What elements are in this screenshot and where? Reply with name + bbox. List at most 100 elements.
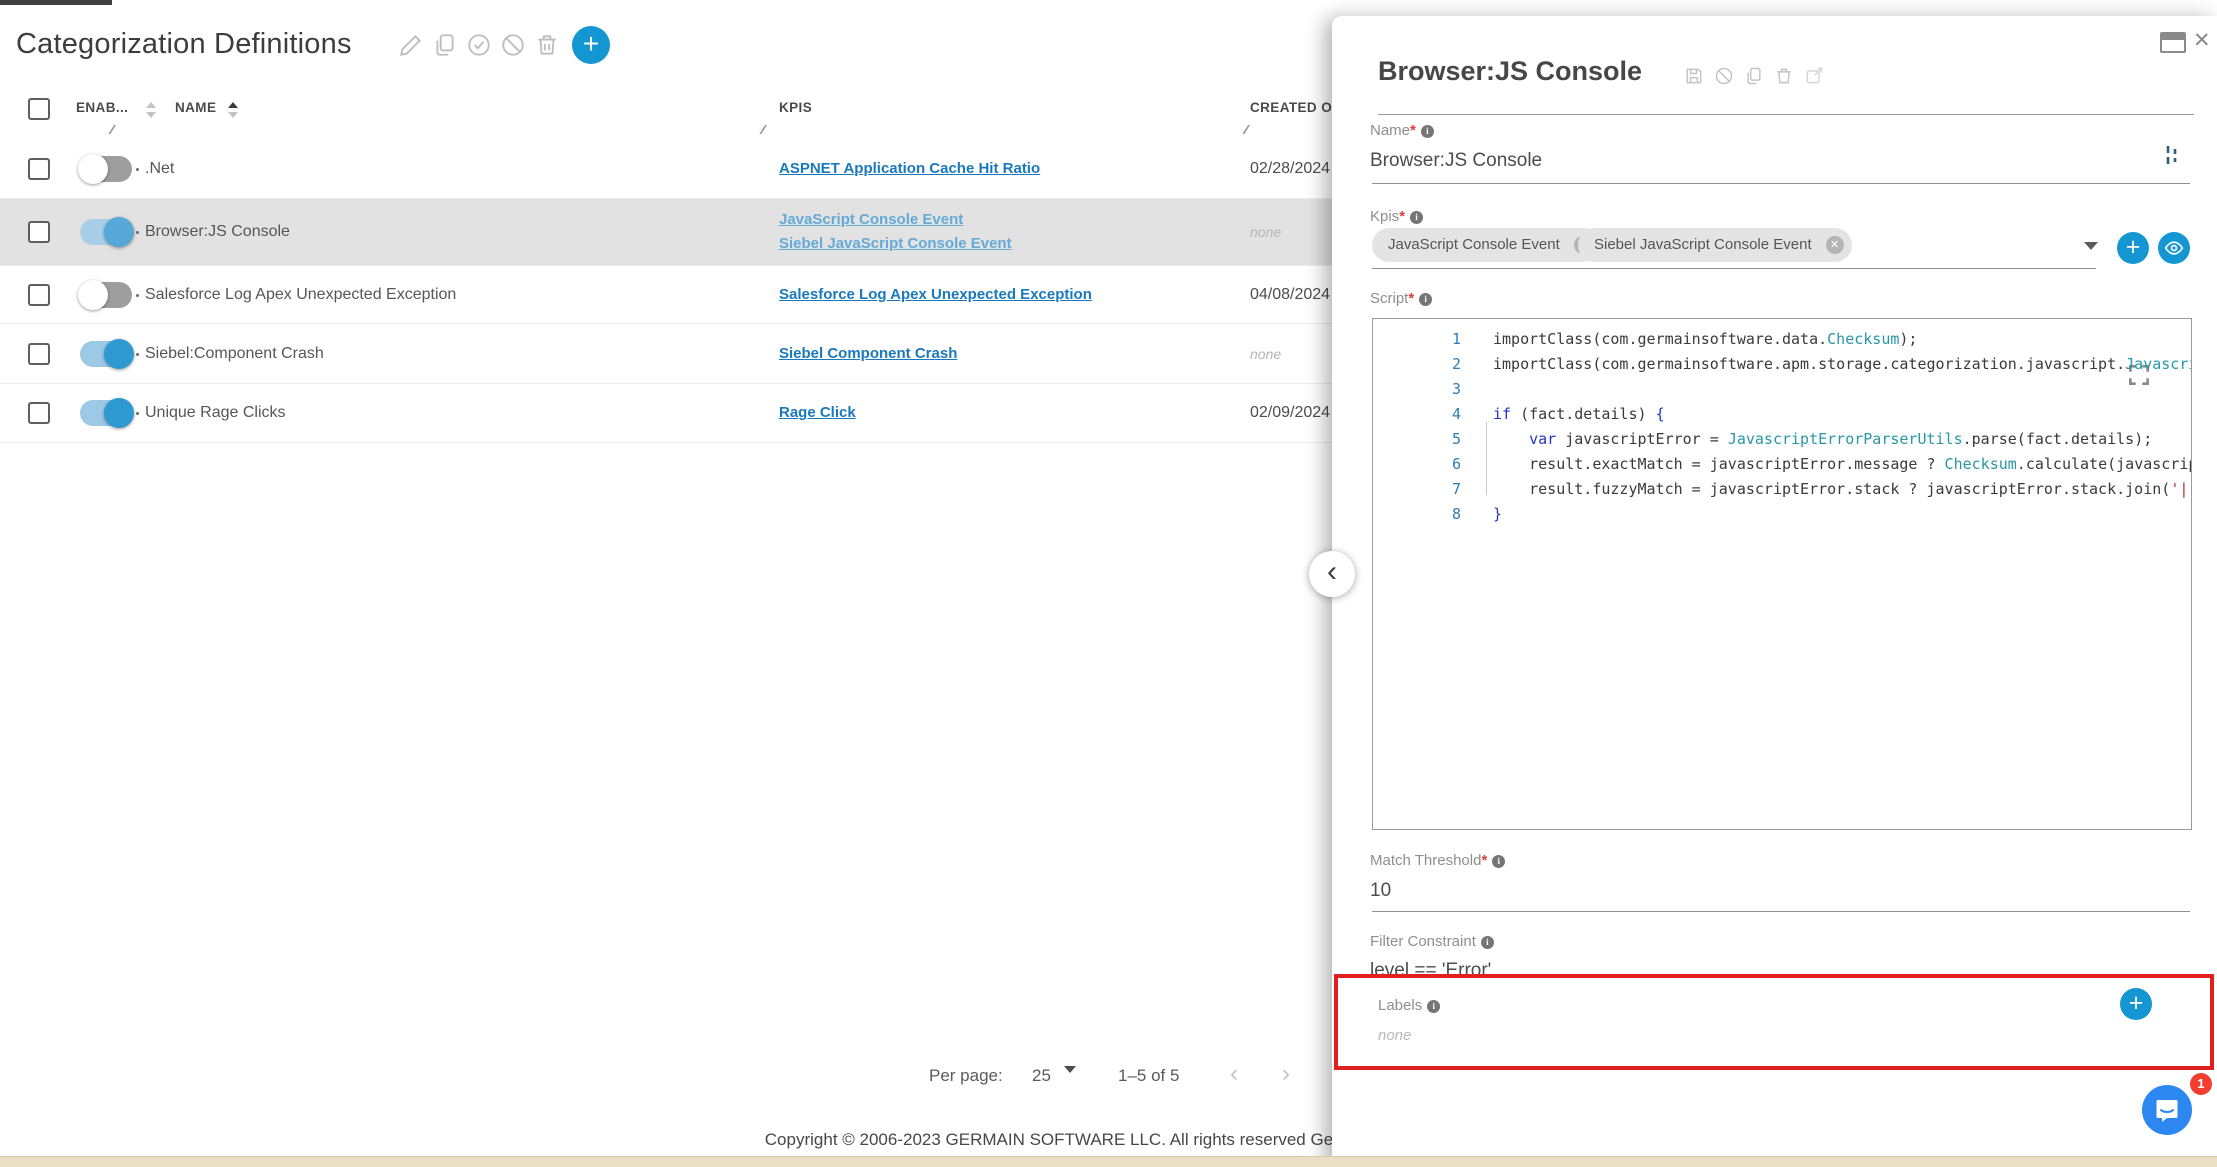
remove-chip-icon[interactable]: ✕ — [1826, 236, 1844, 254]
code-text: result.fuzzyMatch = javascriptError.stac… — [1493, 477, 2192, 502]
row-dot-icon — [136, 412, 139, 415]
code-line: 2 importClass(com.germainsoftware.apm.sto… — [1373, 352, 2191, 377]
script-code-editor[interactable]: 1importClass(com.germainsoftware.data.Ch… — [1372, 318, 2192, 830]
match-threshold-label: Match Threshold*i — [1370, 852, 1505, 869]
panel-title: Browser:JS Console — [1378, 56, 1642, 87]
per-page-label: Per page: — [929, 1066, 1003, 1086]
name-field-label: Name*i — [1370, 122, 1434, 139]
column-header-created[interactable]: CREATED ON — [1250, 100, 1342, 115]
enabled-toggle-on[interactable] — [80, 400, 132, 426]
row-checkbox[interactable] — [28, 343, 50, 365]
kpi-chip[interactable]: JavaScript Console Event ✕ — [1372, 228, 1600, 262]
delete-icon[interactable] — [1774, 66, 1794, 86]
info-icon: i — [1410, 211, 1423, 224]
browser-bar-fragment — [0, 0, 112, 5]
created-on-cell: 02/28/2024 0 — [1250, 160, 1343, 178]
divider — [1378, 114, 2194, 115]
disable-icon[interactable] — [500, 32, 526, 58]
kpis-cell: JavaScript Console EventSiebel JavaScrip… — [779, 208, 1012, 256]
kpis-cell: Salesforce Log Apex Unexpected Exception — [779, 283, 1092, 307]
add-kpi-button[interactable]: + — [2117, 232, 2149, 264]
chat-launcher-button[interactable] — [2142, 1085, 2192, 1135]
kpis-cell: ASPNET Application Cache Hit Ratio — [779, 157, 1040, 181]
duplicate-icon[interactable] — [432, 32, 458, 58]
kpi-link[interactable]: Siebel JavaScript Console Event — [779, 232, 1012, 256]
column-header-enabled[interactable]: ENAB... — [76, 100, 128, 115]
kpi-link[interactable]: Salesforce Log Apex Unexpected Exception — [779, 283, 1092, 307]
disable-icon[interactable] — [1714, 66, 1734, 86]
per-page-select[interactable]: 25 — [1032, 1066, 1051, 1086]
code-line: 1importClass(com.germainsoftware.data.Ch… — [1373, 327, 2191, 352]
approve-icon[interactable] — [466, 32, 492, 58]
sort-asc-active-icon[interactable] — [228, 102, 238, 108]
enabled-toggle-off[interactable] — [80, 156, 132, 182]
page-range-label: 1–5 of 5 — [1118, 1066, 1179, 1086]
line-number: 5 — [1373, 427, 1461, 452]
sort-asc-icon[interactable] — [146, 102, 156, 108]
code-line: 8} — [1373, 502, 2191, 527]
page-title: Categorization Definitions — [16, 28, 352, 61]
view-kpi-button[interactable] — [2158, 232, 2190, 264]
kpis-field-label: Kpis*i — [1370, 208, 1423, 225]
row-dot-icon — [136, 294, 139, 297]
line-number: 7 — [1373, 477, 1461, 502]
code-line: 4if (fact.details) { — [1373, 402, 2191, 427]
match-threshold-input[interactable]: 10 — [1370, 880, 1391, 902]
code-text: importClass(com.germainsoftware.apm.stor… — [1493, 352, 2192, 377]
labels-annotation-box: Labelsi none + — [1334, 974, 2214, 1070]
add-definition-button[interactable]: + — [572, 26, 610, 64]
save-icon[interactable] — [1684, 66, 1704, 86]
row-checkbox[interactable] — [28, 402, 50, 424]
code-text: } — [1493, 502, 1502, 527]
enabled-toggle-on[interactable] — [80, 341, 132, 367]
name-field-input[interactable]: Browser:JS Console — [1370, 150, 1542, 172]
created-on-cell: none — [1250, 224, 1281, 240]
kpi-link[interactable]: Rage Click — [779, 401, 856, 425]
row-checkbox[interactable] — [28, 284, 50, 306]
close-icon[interactable]: ✕ — [2193, 28, 2211, 53]
kpi-chip[interactable]: Siebel JavaScript Console Event ✕ — [1578, 228, 1852, 262]
collapse-panel-button[interactable]: ‹ — [1309, 551, 1355, 597]
code-text: result.exactMatch = javascriptError.mess… — [1493, 452, 2192, 477]
next-page-button[interactable]: › — [1282, 1060, 1290, 1088]
row-checkbox[interactable] — [28, 221, 50, 243]
chat-icon — [2154, 1097, 2180, 1123]
delete-icon[interactable] — [534, 32, 560, 58]
detail-panel: Browser:JS Console ✕ Name*i Browser:JS C… — [1332, 16, 2217, 1167]
line-number: 2 — [1373, 352, 1461, 377]
maximize-window-icon[interactable] — [2160, 32, 2186, 53]
row-checkbox[interactable] — [28, 158, 50, 180]
notification-badge: 1 — [2190, 1073, 2212, 1095]
edit-icon[interactable] — [398, 32, 424, 58]
duplicate-icon[interactable] — [1744, 66, 1764, 86]
edit-icon[interactable] — [1804, 66, 1824, 86]
enabled-toggle-off[interactable] — [80, 282, 132, 308]
info-icon: i — [1481, 936, 1494, 949]
created-on-cell: none — [1250, 346, 1281, 362]
code-line: 3 — [1373, 377, 2191, 402]
toggle-knob — [78, 280, 108, 310]
line-number: 1 — [1373, 327, 1461, 352]
prev-page-button[interactable]: ‹ — [1230, 1060, 1238, 1088]
toggle-knob — [104, 217, 134, 247]
kpi-link[interactable]: ASPNET Application Cache Hit Ratio — [779, 157, 1040, 181]
code-line: 7 result.fuzzyMatch = javascriptError.st… — [1373, 477, 2191, 502]
column-header-name[interactable]: NAME — [175, 100, 216, 115]
kpi-link[interactable]: Siebel Component Crash — [779, 342, 957, 366]
line-number: 4 — [1373, 402, 1461, 427]
created-on-cell: 02/09/2024 0 — [1250, 404, 1343, 422]
kpi-link[interactable]: JavaScript Console Event — [779, 208, 1012, 232]
field-underline — [1372, 183, 2190, 184]
chevron-down-icon[interactable] — [1064, 1066, 1076, 1073]
sort-desc-icon[interactable] — [146, 112, 156, 118]
select-all-checkbox[interactable] — [28, 98, 50, 120]
chevron-down-icon[interactable] — [2084, 242, 2098, 250]
sort-desc-icon[interactable] — [228, 112, 238, 118]
labels-value[interactable]: none — [1378, 1027, 1411, 1044]
column-header-kpis[interactable]: KPIS — [779, 100, 812, 115]
enabled-toggle-on[interactable] — [80, 219, 132, 245]
bars-icon[interactable] — [2164, 144, 2180, 166]
row-dot-icon — [136, 353, 139, 356]
eye-icon — [2164, 238, 2184, 258]
add-label-button[interactable]: + — [2120, 988, 2152, 1020]
